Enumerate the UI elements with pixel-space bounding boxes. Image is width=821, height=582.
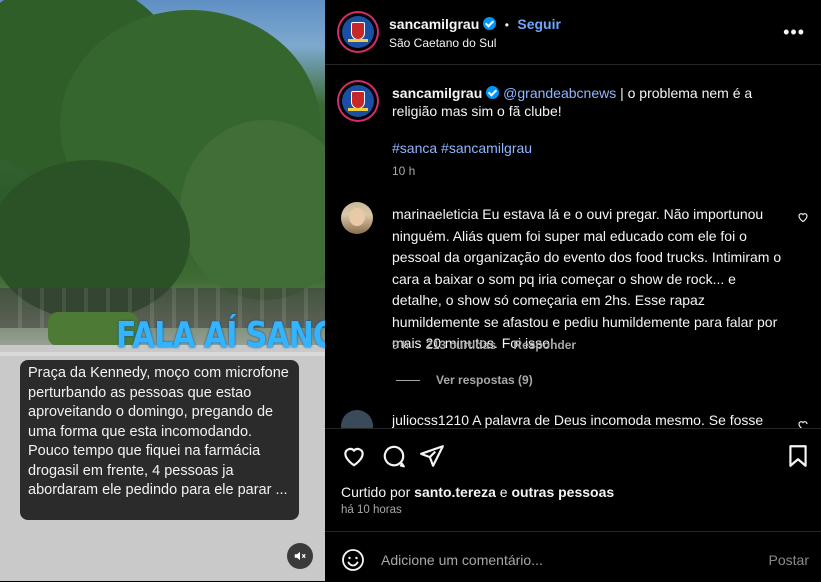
liked-prefix: Curtido por bbox=[341, 484, 415, 500]
post-caption: sancamilgrau @grandeabcnews | o problema… bbox=[392, 84, 792, 120]
comment-like-icon[interactable] bbox=[797, 211, 809, 223]
save-bookmark-icon[interactable] bbox=[785, 443, 811, 469]
comment-like-icon[interactable] bbox=[797, 419, 809, 428]
post-header: sancamilgrau • Seguir São Caetano do Sul… bbox=[325, 0, 821, 65]
comment-text: Eu estava lá e o ouvi pregar. Não import… bbox=[392, 206, 782, 351]
video-caption-text: Praça da Kennedy, moço com microfone per… bbox=[28, 365, 289, 498]
post-age: há 10 horas bbox=[341, 504, 402, 516]
comment-text: A palavra de Deus incomoda mesmo. Se fos… bbox=[469, 412, 764, 428]
view-replies-button[interactable]: Ver respostas (9) bbox=[396, 373, 533, 387]
liked-by: Curtido por santo.tereza e outras pessoa… bbox=[341, 484, 614, 500]
liked-mid: e bbox=[495, 484, 512, 500]
emoji-icon[interactable] bbox=[341, 548, 365, 572]
comment-icon[interactable] bbox=[381, 443, 407, 469]
profile-avatar[interactable] bbox=[339, 13, 377, 51]
caption-hashtags[interactable]: #sanca #sancamilgrau bbox=[392, 140, 532, 156]
location-link[interactable]: São Caetano do Sul bbox=[389, 36, 496, 50]
comment-item: juliocss1210 A palavra de Deus incomoda … bbox=[392, 412, 792, 428]
post-panel: sancamilgrau • Seguir São Caetano do Sul… bbox=[325, 0, 821, 581]
action-bar bbox=[325, 428, 821, 469]
separator-dot: • bbox=[504, 18, 509, 32]
view-replies-label: Ver respostas (9) bbox=[436, 373, 533, 387]
comment-avatar[interactable] bbox=[341, 202, 373, 234]
comment-item: marinaeleticia Eu estava lá e o ouvi pre… bbox=[392, 204, 784, 355]
verified-badge-icon bbox=[483, 17, 497, 30]
comment-avatar[interactable] bbox=[341, 410, 373, 428]
mute-button[interactable] bbox=[287, 543, 313, 569]
comment-username[interactable]: marinaeleticia bbox=[392, 206, 478, 222]
comment-likes[interactable]: 213 curtidas bbox=[426, 338, 496, 352]
caption-time: 10 h bbox=[392, 164, 416, 178]
reply-button[interactable]: Responder bbox=[513, 338, 576, 352]
header-username[interactable]: sancamilgrau bbox=[389, 16, 479, 32]
more-options-icon[interactable]: ••• bbox=[783, 22, 805, 43]
caption-avatar[interactable] bbox=[339, 82, 377, 120]
post-comment-button[interactable]: Postar bbox=[769, 552, 809, 568]
liked-user-link[interactable]: santo.tereza bbox=[414, 484, 496, 500]
speaker-muted-icon bbox=[294, 551, 306, 561]
comment-meta: 9 h 213 curtidas Responder bbox=[392, 338, 576, 352]
comment-username[interactable]: juliocss1210 bbox=[392, 412, 469, 428]
caption-username[interactable]: sancamilgrau bbox=[392, 85, 482, 101]
like-icon[interactable] bbox=[341, 443, 367, 469]
caption-mention-link[interactable]: @grandeabcnews bbox=[503, 85, 616, 101]
verified-badge-icon bbox=[486, 86, 500, 99]
video-overlay-title: FALA AÍ SANCA bbox=[116, 314, 325, 357]
follow-button[interactable]: Seguir bbox=[517, 16, 561, 32]
liked-others-link[interactable]: outras pessoas bbox=[511, 484, 614, 500]
comment-time: 9 h bbox=[392, 338, 409, 352]
post-media[interactable]: FALA AÍ SANCA Praça da Kennedy, moço com… bbox=[0, 0, 325, 581]
comment-input[interactable]: Adicione um comentário... bbox=[381, 552, 543, 568]
video-caption-box: Praça da Kennedy, moço com microfone per… bbox=[20, 360, 299, 520]
add-comment-bar: Adicione um comentário... Postar bbox=[325, 531, 821, 582]
share-icon[interactable] bbox=[419, 443, 445, 469]
